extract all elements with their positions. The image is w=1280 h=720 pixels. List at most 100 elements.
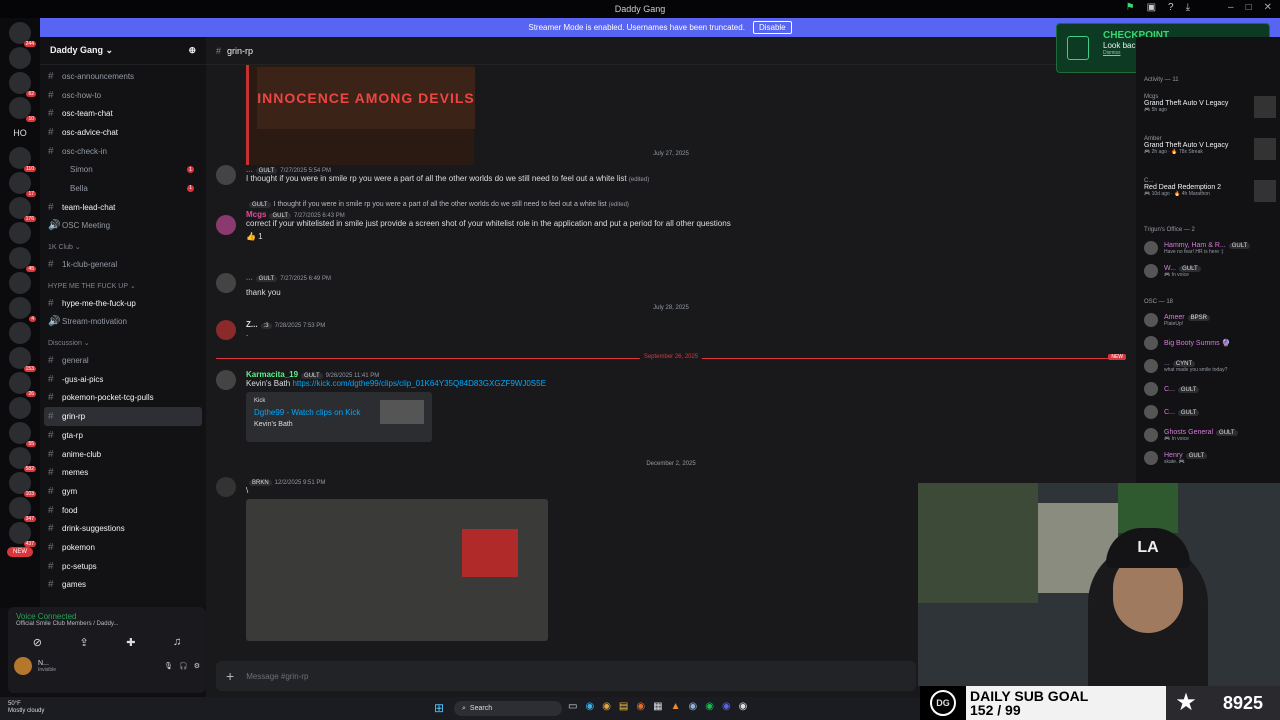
- channel-item[interactable]: # games: [44, 576, 202, 595]
- member-item[interactable]: C... GULT: [1144, 380, 1276, 398]
- channel-item[interactable]: # team-lead-chat: [44, 198, 202, 217]
- mic-icon[interactable]: 🎙: [164, 662, 173, 670]
- voice-connected[interactable]: Voice Connected Official Smile Club Memb…: [8, 607, 206, 632]
- channel-item[interactable]: # memes: [44, 463, 202, 482]
- avatar[interactable]: [1144, 241, 1158, 255]
- server-icon[interactable]: [9, 322, 31, 344]
- author[interactable]: Mcgs: [246, 210, 266, 219]
- avatar[interactable]: [1144, 336, 1158, 350]
- message[interactable]: ... GULT 7/27/2025 6:49 PM thank you: [216, 273, 331, 297]
- channel-item[interactable]: # gta-rp: [44, 426, 202, 445]
- embed-thumbnail[interactable]: [380, 400, 424, 424]
- channel-item[interactable]: Bella 1: [44, 179, 202, 198]
- avatar[interactable]: [1144, 382, 1158, 396]
- camera-icon[interactable]: ⊘: [33, 636, 42, 649]
- vlc-icon[interactable]: ▲: [671, 701, 681, 712]
- activity-icon[interactable]: ✚: [126, 636, 135, 649]
- download-icon[interactable]: ⤓: [1186, 2, 1190, 13]
- server-icon[interactable]: 437: [9, 522, 36, 547]
- voice-channel[interactable]: Official Smile Club Members / Daddy...: [16, 621, 198, 627]
- avatar[interactable]: [216, 370, 236, 390]
- soundboard-icon[interactable]: ♫: [173, 636, 181, 649]
- avatar[interactable]: [1144, 359, 1158, 373]
- message[interactable]: GULT I thought if you were in smile rp yo…: [216, 201, 731, 241]
- member-item[interactable]: Henry GULT skate. 🎮: [1144, 449, 1276, 467]
- channel-item[interactable]: # -gus-ai-pics: [44, 370, 202, 389]
- image-embed[interactable]: INNOCENCE AMONG DEVILS: [246, 65, 475, 165]
- author[interactable]: ...: [246, 165, 253, 174]
- voice-channel[interactable]: 🔊 Stream-motivation: [44, 313, 202, 332]
- channel-item[interactable]: # osc-how-to: [44, 86, 202, 105]
- channel-item[interactable]: # hype-me-the-fuck-up: [44, 294, 202, 313]
- avatar[interactable]: [216, 273, 236, 293]
- server-icon[interactable]: 244: [9, 22, 36, 47]
- screen-share-icon[interactable]: ⇪: [79, 636, 88, 649]
- activity-item[interactable]: Mcgs Grand Theft Auto V Legacy 🎮 5h ago: [1144, 94, 1276, 118]
- channel-item[interactable]: Simon 1: [44, 160, 202, 179]
- reaction[interactable]: 👍 1: [246, 232, 731, 241]
- message[interactable]: BRKN 12/2/2025 9:51 PM \: [216, 477, 548, 641]
- channel-item[interactable]: # gym: [44, 482, 202, 501]
- avatar[interactable]: [216, 477, 236, 497]
- channel-category[interactable]: HYPE ME THE FUCK UP ⌄: [44, 274, 202, 294]
- member-item[interactable]: Ghosts General GULT 🎮 In voice: [1144, 426, 1276, 444]
- channel-item[interactable]: # pokemon: [44, 538, 202, 557]
- spotify-icon[interactable]: ◉: [705, 701, 714, 712]
- channel-item[interactable]: # drink-suggestions: [44, 519, 202, 538]
- taskbar-search[interactable]: ⌕ Search: [454, 701, 562, 716]
- help-icon[interactable]: ?: [1168, 2, 1174, 13]
- discord-icon[interactable]: ◉: [722, 701, 731, 712]
- server-icon[interactable]: 103: [9, 472, 36, 497]
- screen-icon[interactable]: ▣: [1147, 2, 1156, 13]
- minimize-icon[interactable]: –: [1228, 2, 1234, 13]
- member-item[interactable]: Ameer BPSR PlateUp!: [1144, 311, 1276, 329]
- avatar[interactable]: [1144, 405, 1158, 419]
- close-icon[interactable]: ✕: [1264, 2, 1272, 13]
- server-icon[interactable]: 62: [9, 72, 36, 97]
- reply-preview[interactable]: GULT I thought if you were in smile rp yo…: [246, 201, 731, 208]
- avatar[interactable]: [216, 215, 236, 235]
- author[interactable]: Karmacita_19: [246, 370, 298, 379]
- edge-icon[interactable]: ◉: [585, 701, 594, 712]
- avatar[interactable]: [216, 320, 236, 340]
- add-member-icon[interactable]: ⊕: [188, 45, 196, 56]
- avatar[interactable]: [14, 657, 32, 675]
- disable-button[interactable]: Disable: [752, 21, 792, 34]
- account[interactable]: N... Invisible 🎙 🎧 ⚙: [8, 653, 206, 679]
- avatar[interactable]: [216, 165, 236, 185]
- settings-icon[interactable]: ⚙: [194, 662, 200, 670]
- guild-header[interactable]: Daddy Gang ⌄ ⊕: [40, 37, 206, 65]
- avatar[interactable]: [1144, 428, 1158, 442]
- channel-item[interactable]: # food: [44, 501, 202, 520]
- channel-item[interactable]: # osc-team-chat: [44, 104, 202, 123]
- channel-item[interactable]: # pokemon-pocket-tcg-pulls: [44, 389, 202, 408]
- obs-icon[interactable]: ◉: [739, 701, 748, 712]
- server-icon[interactable]: 347: [9, 497, 36, 522]
- server-icon[interactable]: 582: [9, 447, 36, 472]
- channel-category[interactable]: Discussion ⌄: [44, 331, 202, 351]
- steam-icon[interactable]: ◉: [688, 701, 697, 712]
- avatar[interactable]: [1144, 451, 1158, 465]
- server-icon[interactable]: 17: [9, 172, 36, 197]
- server-icon[interactable]: 153: [9, 347, 36, 372]
- message[interactable]: Z...:3 7/28/2025 7:53 PM .: [216, 320, 325, 340]
- maximize-icon[interactable]: □: [1246, 2, 1252, 13]
- activity-item[interactable]: Amber Grand Theft Auto V Legacy 🎮 2h ago ·…: [1144, 136, 1276, 160]
- image-attachment[interactable]: [246, 499, 548, 641]
- headphones-icon[interactable]: 🎧: [179, 662, 188, 670]
- message-composer[interactable]: + Message #grin-rp: [216, 661, 916, 691]
- server-icon[interactable]: 10: [9, 97, 36, 122]
- message-input[interactable]: Message #grin-rp: [246, 672, 308, 681]
- avatar[interactable]: [1144, 264, 1158, 278]
- server-icon[interactable]: [9, 222, 31, 244]
- server-icon[interactable]: 26: [9, 372, 36, 397]
- channel-item[interactable]: # anime-club: [44, 445, 202, 464]
- member-item[interactable]: ... CYNT what made you smile today?: [1144, 357, 1276, 375]
- add-icon[interactable]: +: [226, 668, 234, 684]
- avatar[interactable]: [1144, 313, 1158, 327]
- task-view-icon[interactable]: ▭: [568, 701, 577, 712]
- voice-channel[interactable]: 🔊 OSC Meeting: [44, 217, 202, 236]
- message[interactable]: ... GULT 7/27/2025 5:54 PM I thought if yo…: [216, 165, 649, 185]
- activity-item[interactable]: C... Red Dead Redemption 2 🎮 10d ago · 🔥 4…: [1144, 178, 1276, 202]
- channel-item[interactable]: # grin-rp: [44, 407, 202, 426]
